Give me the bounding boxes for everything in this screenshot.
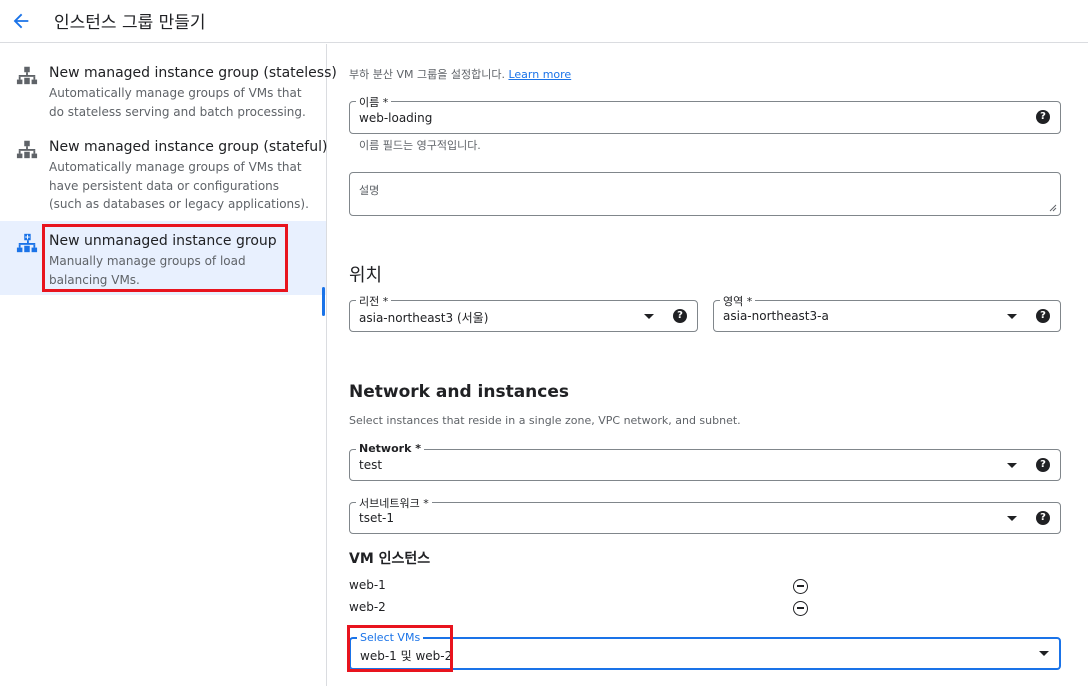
- network-select[interactable]: Network * test ?: [349, 442, 1061, 481]
- sidebar-item-description: Automatically manage groups of VMs that …: [49, 86, 306, 119]
- network-heading: Network and instances: [349, 382, 570, 402]
- subnetwork-label: 서브네트워크 *: [356, 495, 432, 511]
- arrow-back-icon[interactable]: [10, 10, 32, 32]
- resize-handle-icon[interactable]: [1049, 204, 1057, 212]
- subnetwork-value: tset-1: [359, 511, 395, 525]
- intro-text: 부하 분산 VM 그룹을 설정합니다. Learn more: [349, 66, 571, 82]
- vm-list-item: web-2: [349, 600, 386, 614]
- subnetwork-select[interactable]: 서브네트워크 * tset-1 ?: [349, 495, 1061, 534]
- help-icon[interactable]: ?: [1036, 458, 1050, 472]
- sidebar-item-stateless[interactable]: New managed instance group (stateless) A…: [0, 44, 337, 132]
- network-label: Network *: [356, 442, 424, 455]
- scroll-indicator[interactable]: [322, 287, 325, 316]
- remove-circle-icon[interactable]: [793, 601, 808, 616]
- sidebar-item-stateful[interactable]: New managed instance group (stateful) Au…: [0, 132, 328, 220]
- name-field-value: web-loading: [359, 111, 433, 125]
- network-description: Select instances that reside in a single…: [349, 414, 741, 427]
- help-icon[interactable]: ?: [1036, 511, 1050, 525]
- highlight-box: [347, 625, 453, 672]
- instance-group-add-icon: [16, 233, 38, 253]
- help-icon[interactable]: ?: [1036, 309, 1050, 323]
- help-icon[interactable]: ?: [673, 309, 687, 323]
- intro-description: 부하 분산 VM 그룹을 설정합니다.: [349, 68, 505, 81]
- name-field-label: 이름 *: [356, 94, 392, 110]
- sidebar-item-title: New managed instance group (stateful): [49, 139, 328, 155]
- region-label: 리전 *: [356, 293, 392, 309]
- dropdown-arrow-icon[interactable]: [644, 314, 654, 319]
- help-icon[interactable]: ?: [1036, 110, 1050, 124]
- sidebar-item-title: New managed instance group (stateless): [49, 65, 337, 81]
- instance-group-icon: [16, 66, 38, 85]
- select-vms-dropdown[interactable]: Select VMs web-1 및 web-2: [349, 631, 1061, 670]
- highlight-box: [42, 224, 288, 292]
- learn-more-link[interactable]: Learn more: [508, 68, 571, 81]
- sidebar-item-description: Automatically manage groups of VMs that …: [49, 160, 309, 211]
- zone-select[interactable]: 영역 * asia-northeast3-a ?: [713, 293, 1061, 332]
- page-header: 인스턴스 그룹 만들기: [0, 0, 1088, 43]
- dropdown-arrow-icon[interactable]: [1039, 651, 1049, 656]
- zone-label: 영역 *: [720, 293, 756, 309]
- name-field[interactable]: 이름 * web-loading ?: [349, 94, 1061, 134]
- instance-group-icon: [16, 140, 38, 159]
- vm-list-item: web-1: [349, 578, 386, 592]
- dropdown-arrow-icon[interactable]: [1007, 314, 1017, 319]
- vm-instances-heading: VM 인스턴스: [349, 551, 431, 567]
- name-field-hint: 이름 필드는 영구적입니다.: [359, 139, 481, 152]
- region-select[interactable]: 리전 * asia-northeast3 (서울) ?: [349, 293, 698, 332]
- description-field[interactable]: 설명: [349, 172, 1061, 216]
- zone-value: asia-northeast3-a: [723, 309, 829, 323]
- network-value: test: [359, 458, 383, 472]
- dropdown-arrow-icon[interactable]: [1007, 516, 1017, 521]
- remove-circle-icon[interactable]: [793, 579, 808, 594]
- location-heading: 위치: [349, 265, 383, 286]
- page-title: 인스턴스 그룹 만들기: [54, 13, 206, 33]
- sidebar: New managed instance group (stateless) A…: [0, 44, 337, 686]
- description-placeholder: 설명: [359, 184, 380, 197]
- region-value: asia-northeast3 (서울): [359, 311, 489, 325]
- dropdown-arrow-icon[interactable]: [1007, 463, 1017, 468]
